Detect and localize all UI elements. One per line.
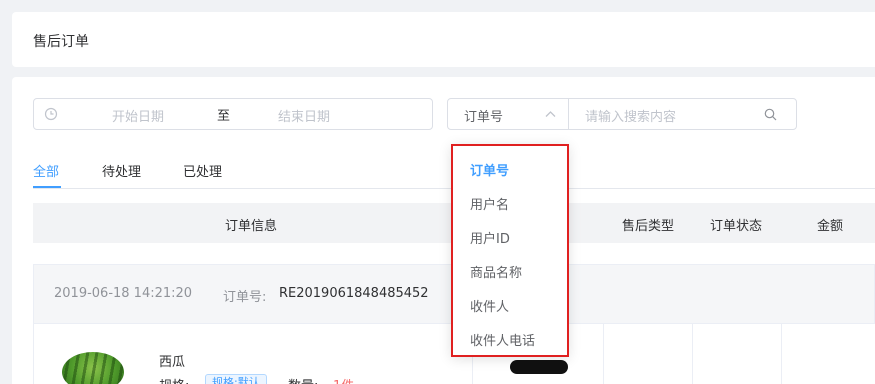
end-date-input[interactable]: 结束日期 (278, 106, 330, 125)
header-order-status: 订单状态 (710, 219, 763, 234)
search-group: 订单号 请输入搜索内容 (447, 98, 797, 130)
page-header: 售后订单 (12, 12, 875, 67)
spec-tag: 规格:默认 (205, 374, 267, 384)
column-divider (603, 324, 604, 384)
search-icon[interactable] (764, 108, 777, 121)
product-name: 西瓜 (159, 355, 186, 370)
spec-label: 规格: (159, 375, 189, 384)
clock-icon (44, 107, 58, 121)
active-tab-indicator (33, 186, 61, 188)
header-amount: 金额 (817, 219, 844, 234)
dropdown-option-recipient-phone[interactable]: 收件人电话 (470, 330, 535, 349)
redaction-mark (510, 360, 568, 374)
search-field-select-value: 订单号 (464, 110, 504, 125)
date-separator: 至 (217, 109, 231, 124)
page-title: 售后订单 (33, 34, 89, 50)
order-date: 2019-06-18 14:21:20 (54, 286, 193, 301)
header-aftersale-type: 售后类型 (622, 219, 675, 234)
dropdown-option-product-name[interactable]: 商品名称 (470, 262, 522, 281)
order-number: RE2019061848485452 (279, 286, 429, 301)
tab-processed[interactable]: 已处理 (183, 161, 222, 180)
quantity-value: 1件 (333, 375, 354, 384)
search-field-select[interactable]: 订单号 (448, 99, 569, 129)
tab-pending[interactable]: 待处理 (102, 161, 141, 180)
date-range-picker[interactable]: 开始日期 至 结束日期 (33, 98, 433, 130)
order-number-label: 订单号: (223, 290, 267, 305)
dropdown-option-recipient[interactable]: 收件人 (470, 296, 509, 315)
quantity-label: 数量: (288, 375, 318, 384)
column-divider (692, 324, 693, 384)
dropdown-option-username[interactable]: 用户名 (470, 194, 509, 213)
header-order-info: 订单信息 (225, 219, 278, 234)
column-divider (781, 324, 782, 384)
dropdown-option-user-id[interactable]: 用户ID (470, 228, 510, 247)
search-input[interactable]: 请输入搜索内容 (585, 106, 676, 125)
tab-all[interactable]: 全部 (33, 161, 59, 180)
chevron-up-icon (545, 111, 556, 117)
product-image (62, 352, 124, 384)
dropdown-option-order-no[interactable]: 订单号 (470, 160, 509, 179)
start-date-input[interactable]: 开始日期 (112, 106, 164, 125)
search-field-dropdown: 订单号 用户名 用户ID 商品名称 收件人 收件人电话 (451, 144, 569, 357)
